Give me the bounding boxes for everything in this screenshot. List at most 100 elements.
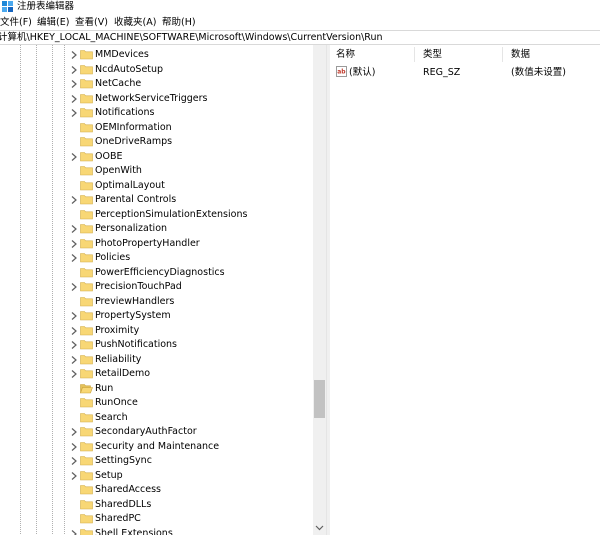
chevron-right-icon[interactable] [70, 108, 78, 118]
folder-icon [80, 369, 93, 379]
tree-item[interactable]: SharedAccess [70, 483, 310, 498]
tree-item-label: RetailDemo [95, 368, 151, 379]
tree-item[interactable]: OOBE [70, 150, 310, 165]
tree-item-label: PreviewHandlers [95, 295, 175, 307]
scrollbar-thumb[interactable] [314, 380, 325, 418]
chevron-right-icon[interactable] [70, 50, 78, 60]
tree-item[interactable]: RunOnce [70, 396, 310, 411]
tree-item[interactable]: PreviewHandlers [70, 295, 310, 310]
tree-item[interactable]: OneDriveRamps [70, 135, 310, 150]
folder-icon [80, 79, 93, 89]
tree-item[interactable]: Policies [70, 251, 310, 266]
chevron-right-icon[interactable] [70, 239, 78, 249]
chevron-right-icon[interactable] [70, 282, 78, 292]
menu-help[interactable]: 帮助(H) [162, 16, 196, 29]
tree-item[interactable]: Reliability [70, 353, 310, 368]
address-bar[interactable]: 计算机\HKEY_LOCAL_MACHINE\SOFTWARE\Microsof… [0, 30, 600, 45]
registry-tree[interactable]: MMDevices NcdAutoSetup NetCache NetworkServ… [0, 45, 327, 535]
folder-icon [80, 166, 93, 176]
chevron-right-icon[interactable] [70, 456, 78, 466]
tree-item[interactable]: Search [70, 411, 310, 426]
folder-icon [80, 427, 93, 437]
tree-item[interactable]: PrecisionTouchPad [70, 280, 310, 295]
value-name: (默认) [349, 67, 376, 78]
folder-icon [80, 499, 93, 509]
scroll-down-arrow-icon[interactable] [315, 523, 324, 532]
chevron-right-icon[interactable] [70, 442, 78, 452]
tree-item[interactable]: PerceptionSimulationExtensions [70, 208, 310, 223]
tree-item-label: SecondaryAuthFactor [95, 426, 197, 437]
column-header-data[interactable]: 数据 [511, 49, 530, 61]
chevron-right-icon[interactable] [70, 340, 78, 350]
tree-item[interactable]: PhotoPropertyHandler [70, 237, 310, 252]
chevron-right-icon[interactable] [70, 427, 78, 437]
tree-item[interactable]: SettingSync [70, 454, 310, 469]
folder-icon [80, 485, 93, 495]
folder-icon [80, 311, 93, 321]
tree-item[interactable]: Proximity [70, 324, 310, 339]
tree-item[interactable]: SharedPC [70, 512, 310, 527]
tree-item[interactable]: Notifications [70, 106, 310, 121]
tree-item[interactable]: PushNotifications [70, 338, 310, 353]
values-list[interactable]: 名称 类型 数据 ab (默认) REG_SZ (数值未设置) [330, 45, 600, 535]
folder-icon [80, 282, 93, 292]
chevron-right-icon[interactable] [70, 369, 78, 379]
value-row[interactable]: ab (默认) REG_SZ (数值未设置) [330, 65, 600, 80]
column-header-name[interactable]: 名称 [336, 49, 355, 61]
tree-item[interactable]: NcdAutoSetup [70, 63, 310, 78]
chevron-right-icon[interactable] [70, 152, 78, 162]
tree-item[interactable]: SharedDLLs [70, 498, 310, 513]
column-header-type[interactable]: 类型 [423, 49, 442, 61]
folder-icon [80, 456, 93, 466]
tree-item[interactable]: Setup [70, 469, 310, 484]
chevron-right-icon[interactable] [70, 65, 78, 75]
column-separator[interactable] [502, 47, 503, 62]
tree-item[interactable]: Security and Maintenance [70, 440, 310, 455]
chevron-right-icon[interactable] [70, 79, 78, 89]
tree-item-label: NetworkServiceTriggers [95, 92, 208, 104]
tree-item-label: Notifications [95, 107, 155, 118]
menu-view[interactable]: 查看(V) [75, 16, 108, 29]
tree-item-label: PrecisionTouchPad [95, 281, 182, 292]
menu-edit[interactable]: 编辑(E) [37, 16, 69, 29]
tree-item[interactable]: MMDevices [70, 48, 310, 63]
tree-item[interactable]: RetailDemo [70, 367, 310, 382]
chevron-right-icon[interactable] [70, 311, 78, 321]
value-type: REG_SZ [423, 67, 461, 78]
folder-icon [80, 340, 93, 350]
tree-item[interactable]: Run [70, 382, 310, 397]
tree-item-label: PhotoPropertyHandler [95, 237, 200, 249]
tree-item[interactable]: NetworkServiceTriggers [70, 92, 310, 107]
tree-item[interactable]: Personalization [70, 222, 310, 237]
tree-scrollbar[interactable] [313, 45, 326, 535]
chevron-right-icon[interactable] [70, 355, 78, 365]
tree-item[interactable]: PowerEfficiencyDiagnostics [70, 266, 310, 281]
tree-item[interactable]: PropertySystem [70, 309, 310, 324]
folder-icon [80, 93, 93, 103]
tree-item[interactable]: NetCache [70, 77, 310, 92]
tree-item[interactable]: Parental Controls [70, 193, 310, 208]
tree-item[interactable]: SecondaryAuthFactor [70, 425, 310, 440]
tree-item[interactable]: OpenWith [70, 164, 310, 179]
menu-file[interactable]: 文件(F) [0, 16, 32, 29]
folder-icon [80, 151, 93, 161]
column-separator[interactable] [414, 47, 415, 62]
folder-icon [80, 354, 93, 364]
menu-favorites[interactable]: 收藏夹(A) [114, 16, 156, 29]
chevron-right-icon[interactable] [70, 471, 78, 481]
value-data: (数值未设置) [511, 67, 566, 78]
tree-item-label: RunOnce [95, 397, 138, 408]
chevron-right-icon[interactable] [70, 529, 78, 535]
tree-item[interactable]: OEMInformation [70, 121, 310, 136]
tree-item[interactable]: OptimalLayout [70, 179, 310, 194]
tree-item-label: MMDevices [95, 49, 149, 60]
address-path[interactable]: 计算机\HKEY_LOCAL_MACHINE\SOFTWARE\Microsof… [0, 32, 383, 44]
chevron-right-icon[interactable] [70, 195, 78, 205]
chevron-right-icon[interactable] [70, 326, 78, 336]
tree-item-label: NetCache [95, 78, 142, 89]
tree-item[interactable]: Shell Extensions [70, 527, 310, 535]
chevron-right-icon[interactable] [70, 94, 78, 104]
chevron-right-icon[interactable] [70, 253, 78, 263]
tree-item-label: Personalization [95, 223, 168, 234]
chevron-right-icon[interactable] [70, 224, 78, 234]
